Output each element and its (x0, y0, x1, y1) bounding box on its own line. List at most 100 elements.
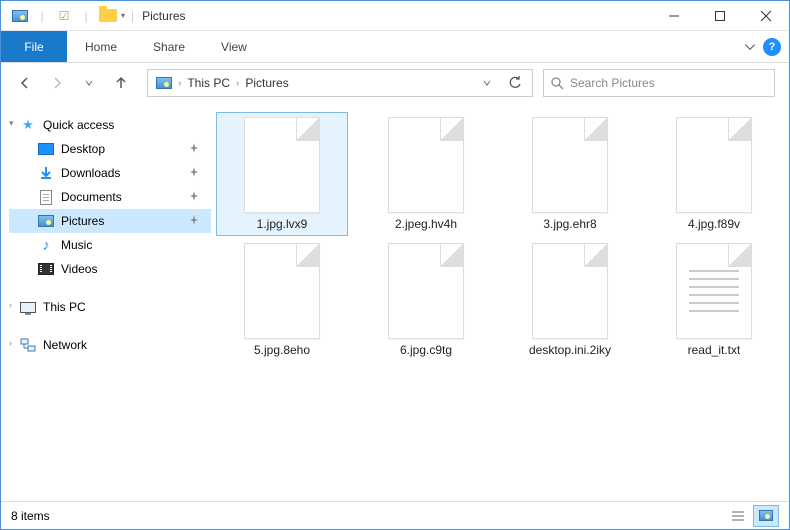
pin-icon (189, 215, 199, 228)
downloads-icon (39, 166, 53, 180)
pin-icon (189, 167, 199, 180)
file-item[interactable]: 2.jpeg.hv4h (361, 113, 491, 235)
file-name: 2.jpeg.hv4h (395, 217, 457, 231)
maximize-button[interactable] (697, 1, 743, 31)
nav-label: This PC (43, 300, 86, 314)
back-button[interactable] (11, 69, 39, 97)
crumb-pictures[interactable]: Pictures (241, 76, 292, 90)
qat-properties[interactable]: ☑ (53, 5, 75, 27)
qat-dropdown-icon[interactable]: ▾ (121, 11, 125, 20)
nav-label: Network (43, 338, 87, 352)
file-name: 3.jpg.ehr8 (543, 217, 596, 231)
sidebar-item-videos[interactable]: Videos (9, 257, 211, 281)
sidebar-item-pictures[interactable]: Pictures (9, 209, 211, 233)
file-icon (388, 117, 464, 213)
file-menu[interactable]: File (1, 31, 67, 62)
navigation-bar: › This PC › Pictures (1, 63, 789, 103)
address-dropdown-button[interactable] (474, 70, 500, 96)
sidebar-item-label: Pictures (61, 214, 104, 228)
sidebar-item-music[interactable]: ♪ Music (9, 233, 211, 257)
pc-icon (20, 302, 36, 313)
forward-button[interactable] (43, 69, 71, 97)
title-separator: | (131, 9, 134, 23)
music-icon: ♪ (42, 237, 50, 254)
nav-this-pc[interactable]: › This PC (9, 295, 211, 319)
expand-icon[interactable]: › (9, 338, 12, 348)
details-view-button[interactable] (725, 505, 751, 527)
search-input[interactable] (570, 76, 768, 90)
file-item[interactable]: read_it.txt (649, 239, 779, 361)
documents-icon (40, 190, 52, 205)
recent-locations-button[interactable] (75, 69, 103, 97)
file-icon (676, 117, 752, 213)
qat-separator-2: | (75, 5, 97, 27)
minimize-button[interactable] (651, 1, 697, 31)
tab-home[interactable]: Home (67, 31, 135, 62)
status-bar: 8 items (1, 501, 789, 529)
help-button[interactable]: ? (763, 38, 781, 56)
file-name: 6.jpg.c9tg (400, 343, 452, 357)
file-name: 1.jpg.lvx9 (257, 217, 308, 231)
nav-label: Quick access (43, 118, 114, 132)
file-name: 4.jpg.f89v (688, 217, 740, 231)
ribbon-right: ? (743, 31, 789, 62)
search-icon (550, 76, 564, 90)
expand-icon[interactable]: › (9, 300, 12, 310)
collapse-icon[interactable]: ▾ (9, 118, 14, 129)
address-bar[interactable]: › This PC › Pictures (147, 69, 533, 97)
quick-access-toolbar: | ☑ | ▾ (9, 5, 125, 27)
thumbnails-icon (759, 510, 773, 521)
file-item[interactable]: 5.jpg.8eho (217, 239, 347, 361)
close-button[interactable] (743, 1, 789, 31)
file-item[interactable]: desktop.ini.2iky (505, 239, 635, 361)
expand-ribbon-icon[interactable] (743, 40, 757, 54)
tab-view[interactable]: View (203, 31, 265, 62)
folder-icon (99, 9, 117, 22)
file-icon (388, 243, 464, 339)
window-controls (651, 1, 789, 31)
file-content-area[interactable]: 1.jpg.lvx9 2.jpeg.hv4h 3.jpg.ehr8 4.jpg.f89… (211, 103, 789, 501)
sidebar-item-documents[interactable]: Documents (9, 185, 211, 209)
main-area: ▾ ★ Quick access Desktop Downloads Documen… (1, 103, 789, 501)
qat-new-folder[interactable] (97, 5, 119, 27)
file-name: desktop.ini.2iky (529, 343, 611, 357)
sidebar-item-label: Music (61, 238, 92, 252)
desktop-icon (38, 143, 54, 155)
nav-network[interactable]: › Network (9, 333, 211, 357)
file-icon (532, 243, 608, 339)
file-icon (244, 243, 320, 339)
file-name: read_it.txt (688, 343, 741, 357)
videos-icon (38, 263, 54, 275)
sidebar-item-label: Downloads (61, 166, 120, 180)
pin-icon (189, 191, 199, 204)
app-icon[interactable] (9, 5, 31, 27)
sidebar-item-downloads[interactable]: Downloads (9, 161, 211, 185)
sidebar-item-label: Videos (61, 262, 97, 276)
file-grid: 1.jpg.lvx9 2.jpeg.hv4h 3.jpg.ehr8 4.jpg.f89… (217, 113, 783, 361)
large-icons-view-button[interactable] (753, 505, 779, 527)
file-item[interactable]: 1.jpg.lvx9 (217, 113, 347, 235)
up-button[interactable] (107, 69, 135, 97)
file-icon (532, 117, 608, 213)
file-item[interactable]: 4.jpg.f89v (649, 113, 779, 235)
title-bar: | ☑ | ▾ | Pictures (1, 1, 789, 31)
sidebar-item-desktop[interactable]: Desktop (9, 137, 211, 161)
file-name: 5.jpg.8eho (254, 343, 310, 357)
file-item[interactable]: 6.jpg.c9tg (361, 239, 491, 361)
pin-icon (189, 143, 199, 156)
chevron-right-icon[interactable]: › (176, 78, 183, 89)
location-icon (156, 77, 172, 89)
chevron-right-icon[interactable]: › (234, 78, 241, 89)
pictures-icon (38, 215, 54, 227)
view-switcher (725, 505, 779, 527)
file-icon (676, 243, 752, 339)
pictures-icon (12, 10, 28, 22)
search-box[interactable] (543, 69, 775, 97)
sidebar-item-label: Desktop (61, 142, 105, 156)
file-item[interactable]: 3.jpg.ehr8 (505, 113, 635, 235)
refresh-button[interactable] (502, 70, 528, 96)
nav-quick-access[interactable]: ▾ ★ Quick access (9, 113, 211, 137)
navigation-pane: ▾ ★ Quick access Desktop Downloads Documen… (1, 103, 211, 501)
tab-share[interactable]: Share (135, 31, 203, 62)
crumb-this-pc[interactable]: This PC (183, 76, 234, 90)
